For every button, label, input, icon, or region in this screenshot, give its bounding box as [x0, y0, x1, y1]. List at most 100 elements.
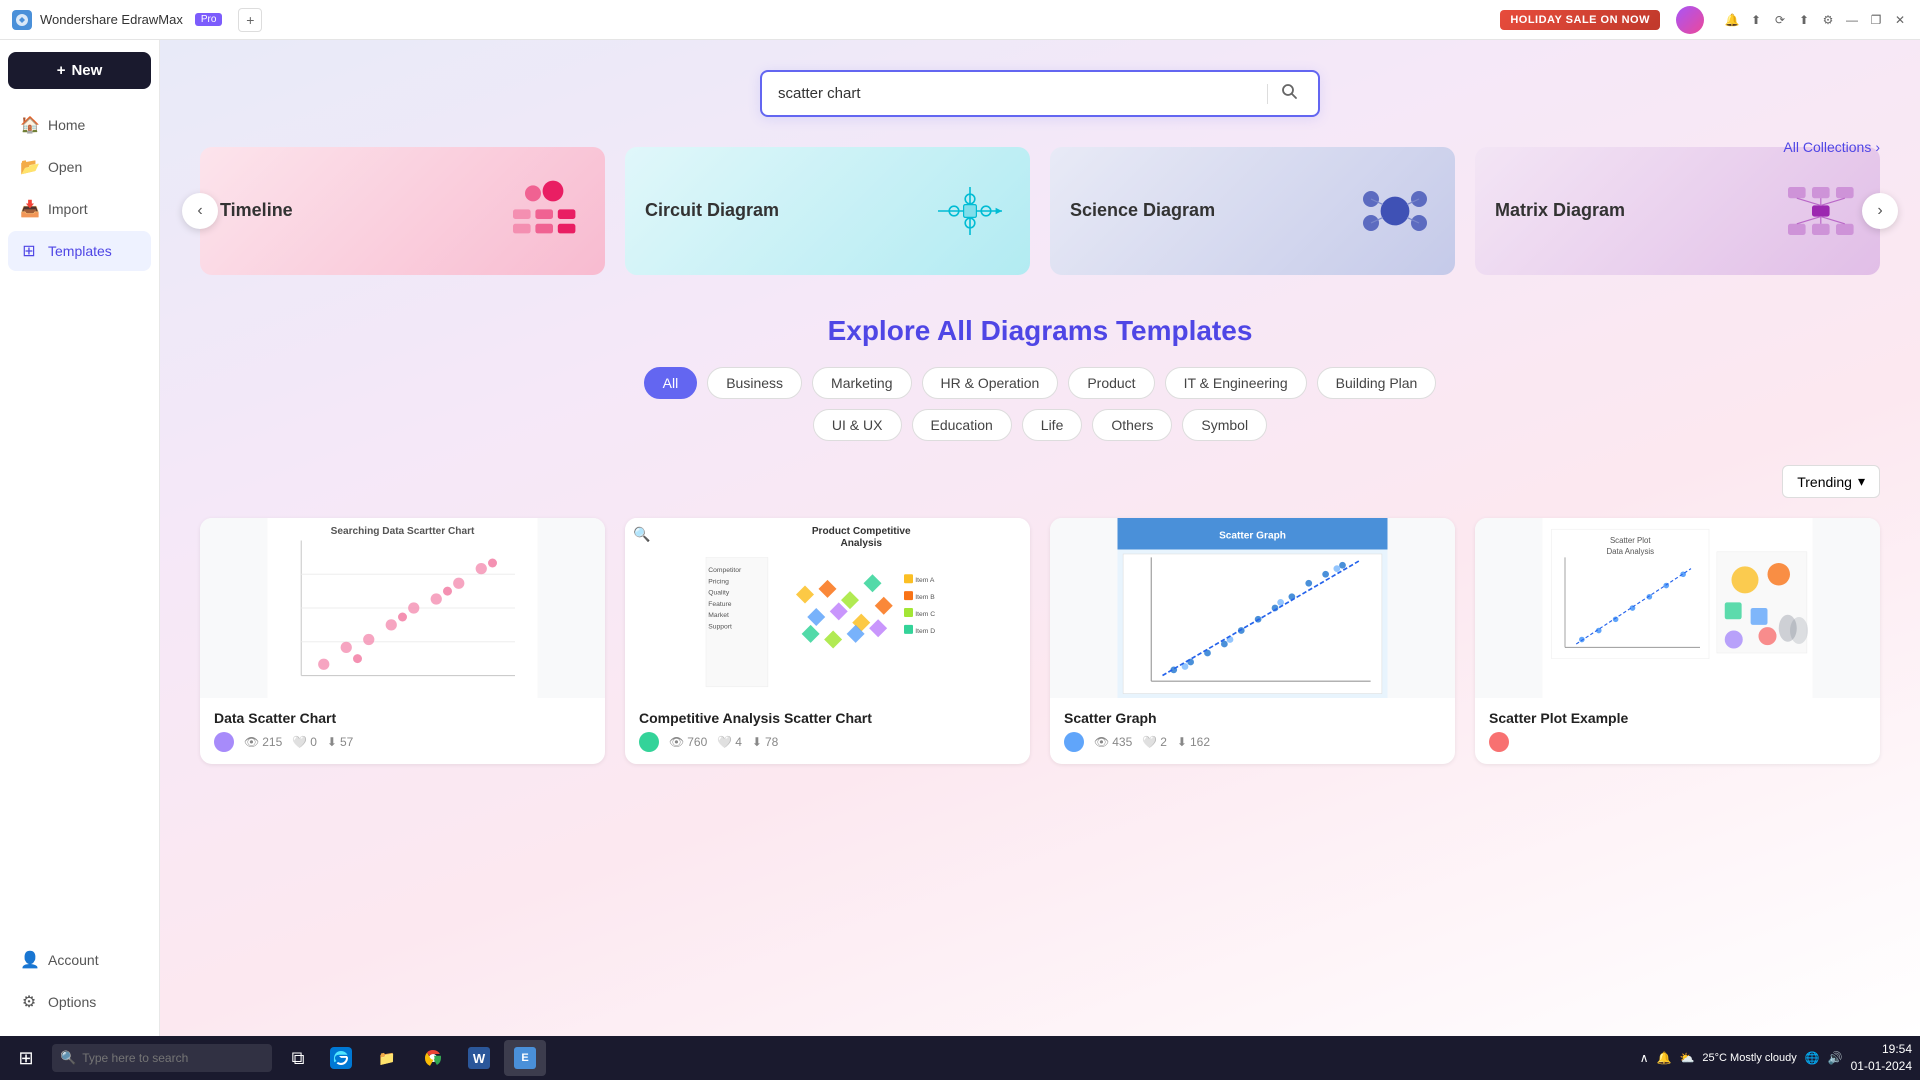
carousel-prev-button[interactable]: ‹ — [182, 193, 218, 229]
explore-title: Explore All Diagrams Templates — [200, 315, 1880, 347]
settings-icon[interactable]: ⚙ — [1820, 12, 1836, 28]
filter-all[interactable]: All — [644, 367, 698, 399]
sort-bar: Trending ▾ — [200, 465, 1880, 498]
author-avatar-competitive — [639, 732, 659, 752]
template-card-data-scatter[interactable]: Searching Data Scartter Chart — [200, 518, 605, 764]
svg-text:Item B: Item B — [915, 594, 935, 601]
volume-icon[interactable]: 🔊 — [1828, 1051, 1843, 1065]
taskbar-app-edge[interactable] — [320, 1040, 362, 1076]
svg-text:Item D: Item D — [915, 628, 935, 635]
home-icon: 🏠 — [20, 115, 38, 135]
template-thumb-scatter-graph: Scatter Graph — [1050, 518, 1455, 698]
chrome-icon — [422, 1047, 444, 1069]
open-icon: 📂 — [20, 157, 38, 177]
avatar[interactable] — [1676, 6, 1704, 34]
sidebar-item-account[interactable]: 👤 Account — [8, 940, 151, 980]
weather-icon: ⛅ — [1679, 1051, 1694, 1065]
search-divider — [1267, 84, 1268, 104]
filter-others[interactable]: Others — [1092, 409, 1172, 441]
template-meta-scatter-plot — [1489, 732, 1866, 752]
template-thumb-data-scatter: Searching Data Scartter Chart — [200, 518, 605, 698]
filter-it-engineering[interactable]: IT & Engineering — [1165, 367, 1307, 399]
plus-icon: + — [57, 62, 66, 79]
filter-hr-operation[interactable]: HR & Operation — [922, 367, 1059, 399]
svg-text:Pricing: Pricing — [708, 578, 729, 585]
account-icon: 👤 — [20, 950, 38, 970]
filter-product[interactable]: Product — [1068, 367, 1154, 399]
import-icon: 📥 — [20, 199, 38, 219]
svg-text:Quality: Quality — [708, 590, 730, 597]
template-card-scatter-plot[interactable]: Scatter Plot Data Analysis — [1475, 518, 1880, 764]
sidebar-item-options[interactable]: ⚙ Options — [8, 982, 151, 1022]
template-meta-scatter-graph: 👁 435 🤍 2 ⬇ 162 — [1064, 732, 1441, 752]
all-collections-link[interactable]: All Collections › — [1783, 139, 1880, 155]
taskbar-app-word[interactable]: W — [458, 1040, 500, 1076]
update-icon[interactable]: ⬆ — [1748, 12, 1764, 28]
template-meta-competitive: 👁 760 🤍 4 ⬇ 78 — [639, 732, 1016, 752]
upload-icon[interactable]: ⬆ — [1796, 12, 1812, 28]
sort-dropdown[interactable]: Trending ▾ — [1782, 465, 1880, 498]
notification-tray-icon[interactable]: 🔔 — [1657, 1051, 1672, 1065]
template-card-competitive[interactable]: 🔍 Product Competitive Analysis Competito… — [625, 518, 1030, 764]
template-thumb-competitive: 🔍 Product Competitive Analysis Competito… — [625, 518, 1030, 698]
share-icon[interactable]: ⟳ — [1772, 12, 1788, 28]
search-button[interactable] — [1276, 82, 1302, 105]
filter-education[interactable]: Education — [912, 409, 1012, 441]
carousel-card-timeline[interactable]: Timeline — [200, 147, 605, 275]
notification-icon[interactable]: 🔔 — [1724, 12, 1740, 28]
circuit-visual — [930, 171, 1010, 251]
sidebar-item-templates[interactable]: ⊞ Templates — [8, 231, 151, 271]
svg-text:Feature: Feature — [708, 601, 732, 608]
tier-badge: Pro — [195, 13, 223, 26]
carousel-card-science[interactable]: Science Diagram — [1050, 147, 1455, 275]
main-content: All Collections › ‹ Timeline — [160, 40, 1920, 1036]
svg-text:Market: Market — [708, 612, 729, 619]
science-visual — [1355, 171, 1435, 251]
show-hidden-icon[interactable]: ∧ — [1640, 1051, 1649, 1065]
filter-marketing[interactable]: Marketing — [812, 367, 911, 399]
svg-text:Scatter Plot: Scatter Plot — [1610, 536, 1651, 545]
holiday-sale-button[interactable]: HOLIDAY SALE ON NOW — [1500, 10, 1660, 30]
carousel-next-button[interactable]: › — [1862, 193, 1898, 229]
sidebar-item-open[interactable]: 📂 Open — [8, 147, 151, 187]
add-tab-button[interactable]: + — [238, 8, 262, 32]
filter-business[interactable]: Business — [707, 367, 802, 399]
close-button[interactable]: ✕ — [1892, 12, 1908, 28]
search-input[interactable] — [778, 85, 1259, 102]
filter-row-1: All Business Marketing HR & Operation Pr… — [644, 367, 1437, 399]
filter-building-plan[interactable]: Building Plan — [1317, 367, 1437, 399]
options-icon: ⚙ — [20, 992, 38, 1012]
carousel-card-circuit[interactable]: Circuit Diagram — [625, 147, 1030, 275]
template-info-scatter-graph: Scatter Graph 👁 435 🤍 2 ⬇ 162 — [1050, 698, 1455, 764]
filter-symbol[interactable]: Symbol — [1182, 409, 1267, 441]
new-button[interactable]: + New — [8, 52, 151, 89]
templates-icon: ⊞ — [20, 241, 38, 261]
svg-text:Item A: Item A — [915, 577, 935, 584]
taskbar-app-edrawmax[interactable]: E — [504, 1040, 546, 1076]
carousel-container: All Collections › ‹ Timeline — [200, 147, 1880, 275]
sidebar-item-import[interactable]: 📥 Import — [8, 189, 151, 229]
carousel-card-matrix[interactable]: Matrix Diagram — [1475, 147, 1880, 275]
maximize-button[interactable]: ❐ — [1868, 12, 1884, 28]
edge-icon — [330, 1047, 352, 1069]
minimize-button[interactable]: — — [1844, 12, 1860, 28]
sidebar-item-home[interactable]: 🏠 Home — [8, 105, 151, 145]
timeline-visual — [505, 171, 585, 251]
start-button[interactable]: ⊞ — [8, 1040, 44, 1076]
sidebar: + New 🏠 Home 📂 Open 📥 Import ⊞ Templates… — [0, 40, 160, 1036]
taskbar-search[interactable]: 🔍 — [52, 1044, 272, 1072]
filter-life[interactable]: Life — [1022, 409, 1083, 441]
template-card-scatter-graph[interactable]: Scatter Graph — [1050, 518, 1455, 764]
taskbar-app-explorer[interactable]: 📁 — [366, 1040, 408, 1076]
template-meta-data-scatter: 👁 215 🤍 0 ⬇ 57 — [214, 732, 591, 752]
taskbar-search-input[interactable] — [82, 1051, 252, 1065]
template-thumb-scatter-plot: Scatter Plot Data Analysis — [1475, 518, 1880, 698]
taskbar-app-chrome[interactable] — [412, 1040, 454, 1076]
filter-ui-ux[interactable]: UI & UX — [813, 409, 902, 441]
author-avatar-scatter-graph — [1064, 732, 1084, 752]
author-avatar — [214, 732, 234, 752]
svg-text:Product Competitive: Product Competitive — [812, 526, 911, 537]
app-name: Wondershare EdrawMax — [40, 12, 183, 27]
taskbar: ⊞ 🔍 ⧉ 📁 W E ∧ 🔔 ⛅ 25°C Mostly cloudy 🌐 🔊… — [0, 1036, 1920, 1080]
task-view-button[interactable]: ⧉ — [280, 1040, 316, 1076]
